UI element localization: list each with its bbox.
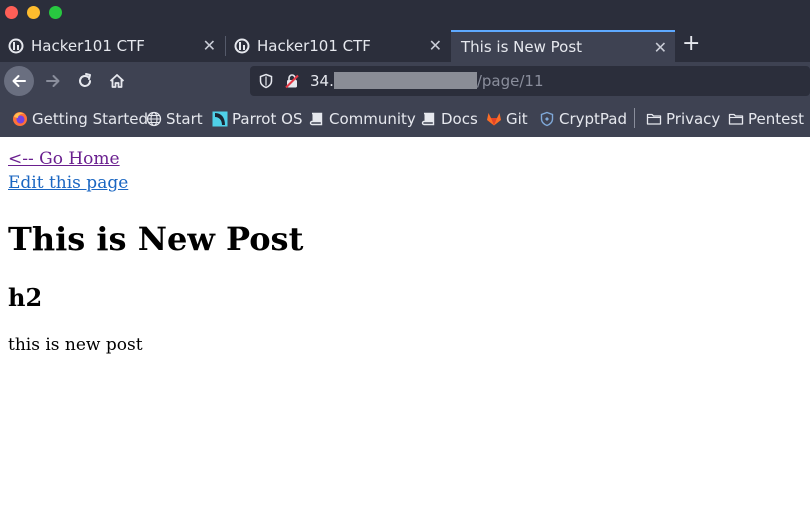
- book-icon: [309, 112, 323, 126]
- tab-strip: Hacker101 CTF ✕ Hacker101 CTF ✕ This is …: [0, 28, 810, 62]
- navigation-toolbar: 34. /page/11: [0, 62, 810, 100]
- tab-label: This is New Post: [461, 38, 583, 56]
- close-icon[interactable]: ✕: [203, 37, 216, 55]
- close-icon[interactable]: ✕: [429, 37, 442, 55]
- bookmarks-toolbar: Getting Started Start Parrot OS Communit…: [0, 100, 810, 137]
- tab-active-new-post[interactable]: This is New Post ✕: [451, 30, 675, 62]
- title-bar: [0, 0, 810, 28]
- bookmark-getting-started[interactable]: Getting Started: [12, 110, 148, 128]
- hacker101-icon: [234, 38, 250, 54]
- bookmark-start[interactable]: Start: [146, 110, 203, 128]
- url-text[interactable]: 34. /page/11: [310, 72, 544, 90]
- book-icon: [421, 112, 435, 126]
- tab-label: Hacker101 CTF: [31, 37, 145, 55]
- url-path: /page/11: [476, 72, 544, 90]
- globe-icon: [146, 111, 162, 127]
- browser-chrome: Hacker101 CTF ✕ Hacker101 CTF ✕ This is …: [0, 0, 810, 137]
- bookmark-label: Start: [166, 110, 203, 128]
- arrow-left-icon: [12, 75, 26, 87]
- shield-icon: [540, 111, 554, 127]
- home-button[interactable]: [102, 66, 132, 96]
- window-maximize-button[interactable]: [49, 6, 62, 19]
- bookmark-label: Privacy: [666, 110, 721, 128]
- tab-hacker101-1[interactable]: Hacker101 CTF ✕: [0, 30, 224, 62]
- edit-page-link[interactable]: Edit this page: [8, 171, 810, 195]
- redacted-region: [333, 72, 477, 89]
- post-body: this is new post: [8, 335, 143, 355]
- bookmark-folder-pentest[interactable]: Pentest: [728, 110, 804, 128]
- tab-hacker101-2[interactable]: Hacker101 CTF ✕: [226, 30, 450, 62]
- window-close-button[interactable]: [5, 6, 18, 19]
- bookmark-parrot-os[interactable]: Parrot OS: [212, 110, 302, 128]
- address-bar[interactable]: 34. /page/11: [250, 66, 810, 96]
- folder-icon: [728, 113, 744, 125]
- reload-icon: [79, 73, 91, 87]
- parrot-icon: [212, 111, 228, 127]
- bookmark-label: Parrot OS: [232, 110, 303, 128]
- folder-icon: [646, 113, 662, 125]
- window-minimize-button[interactable]: [27, 6, 40, 19]
- home-icon: [109, 74, 125, 88]
- bookmark-docs[interactable]: Docs: [421, 110, 478, 128]
- bookmark-git[interactable]: Git: [486, 110, 528, 128]
- page-title: This is New Post: [8, 220, 304, 258]
- bookmark-label: CryptPad: [559, 110, 628, 128]
- back-button[interactable]: [4, 66, 34, 96]
- bookmark-label: Community: [329, 110, 416, 128]
- bookmark-label: Git: [506, 110, 528, 128]
- shield-icon[interactable]: [258, 73, 274, 89]
- bookmarks-separator: [634, 108, 635, 128]
- new-tab-button[interactable]: +: [682, 32, 700, 56]
- bookmark-label: Pentest: [748, 110, 805, 128]
- page-subtitle: h2: [8, 283, 43, 312]
- bookmark-cryptpad[interactable]: CryptPad: [539, 110, 627, 128]
- tab-label: Hacker101 CTF: [257, 37, 371, 55]
- hacker101-icon: [8, 38, 24, 54]
- bookmark-folder-privacy[interactable]: Privacy: [646, 110, 720, 128]
- bookmark-community[interactable]: Community: [309, 110, 416, 128]
- insecure-lock-icon[interactable]: [284, 73, 300, 89]
- page-content: <-- Go Home Edit this page This is New P…: [0, 137, 810, 357]
- bookmark-label: Docs: [441, 110, 478, 128]
- url-host-prefix: 34.: [310, 72, 334, 90]
- close-icon[interactable]: ✕: [654, 39, 667, 57]
- firefox-icon: [13, 112, 27, 126]
- go-home-link[interactable]: <-- Go Home: [8, 147, 810, 171]
- gitlab-icon: [487, 113, 501, 126]
- bookmark-label: Getting Started: [32, 110, 148, 128]
- reload-button[interactable]: [70, 66, 100, 96]
- arrow-right-icon: [46, 75, 60, 87]
- forward-button[interactable]: [38, 66, 68, 96]
